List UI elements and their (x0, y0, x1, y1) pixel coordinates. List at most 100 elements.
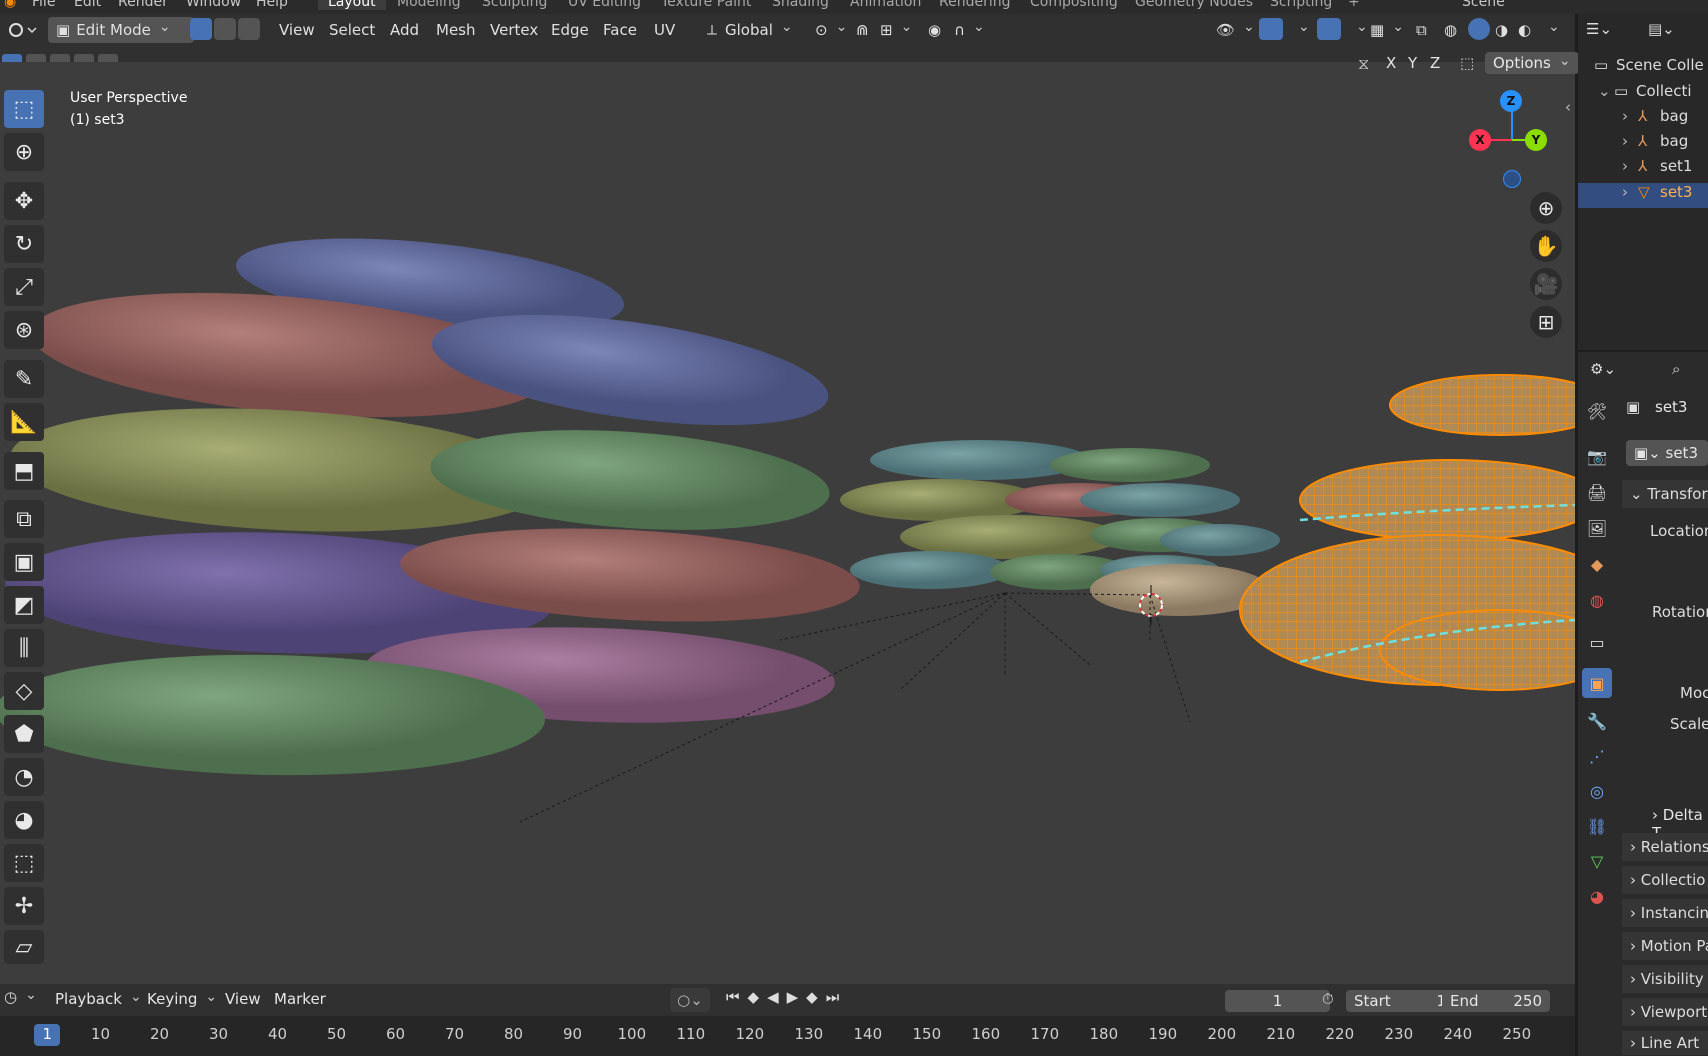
measure-tool[interactable]: 📐 (4, 403, 44, 441)
menu-vertex[interactable]: Vertex (490, 17, 538, 43)
ortho-grid-icon[interactable]: ⊞ (1530, 306, 1562, 338)
outliner-row[interactable]: › ⅄ set1 (1578, 157, 1708, 182)
gizmo-x-axis[interactable]: X (1469, 129, 1491, 151)
axis-y-button[interactable]: Y (1408, 54, 1417, 72)
mesh-data-tab-icon[interactable]: ▽ (1582, 846, 1612, 876)
shading-solid-button[interactable] (1468, 18, 1490, 40)
shading-rendered-button[interactable]: ◐ (1518, 17, 1531, 43)
physics-tab-icon[interactable]: ◎ (1582, 776, 1612, 806)
rotate-tool[interactable]: ↻ (4, 225, 44, 263)
gizmo-toggle[interactable] (1259, 18, 1283, 40)
properties-editor-type-icon[interactable]: ⚙⌄ (1590, 360, 1616, 378)
collections-section-header[interactable]: › Collectio (1622, 866, 1708, 894)
workspace-tab-texture-paint[interactable]: Texture Paint (661, 0, 751, 10)
knife-tool[interactable]: ◇ (4, 672, 44, 710)
render-tab-icon[interactable]: 📷 (1582, 441, 1612, 471)
extrude-region-tool[interactable]: ⧉ (4, 500, 44, 538)
output-tab-icon[interactable]: 🖨 (1582, 477, 1612, 507)
select-box-tool[interactable]: ⬚ (4, 90, 44, 128)
chevron-down-icon[interactable]: ⌄ (1598, 82, 1611, 100)
menu-select[interactable]: Select (329, 17, 375, 43)
bevel-tool[interactable]: ◩ (4, 586, 44, 624)
workspace-tab-geometry-nodes[interactable]: Geometry Nodes (1135, 0, 1253, 10)
chevron-right-icon[interactable]: › (1622, 157, 1628, 175)
start-frame-field[interactable]: Start1 (1346, 990, 1454, 1012)
vertex-select-mode-button[interactable] (190, 18, 212, 40)
view-layer-tab-icon[interactable]: 🖼 (1582, 513, 1612, 543)
axis-x-button[interactable]: X (1386, 54, 1396, 72)
chevron-right-icon[interactable]: › (1622, 183, 1628, 201)
outliner-row[interactable]: ▭ Scene Colle (1578, 56, 1708, 81)
snap-target-dropdown[interactable]: ⊞ (880, 17, 912, 43)
falloff-dropdown[interactable]: ∩ (954, 17, 985, 43)
menu-help[interactable]: Help (256, 0, 288, 10)
menu-render[interactable]: Render (118, 0, 168, 10)
move-tool[interactable]: ✥ (4, 182, 44, 220)
loop-cut-tool[interactable]: ⫼ (4, 629, 44, 667)
gizmo-y-axis[interactable]: Y (1525, 129, 1547, 151)
chevron-right-icon[interactable]: › (1622, 107, 1628, 125)
spin-tool[interactable]: ◔ (4, 758, 44, 796)
add-workspace-icon[interactable]: + (1348, 0, 1360, 10)
viewport-scene[interactable] (0, 62, 1575, 984)
shading-material-button[interactable]: ◑ (1495, 17, 1508, 43)
menu-edit[interactable]: Edit (74, 0, 101, 10)
world-tab-icon[interactable]: ◍ (1582, 585, 1612, 615)
shear-tool[interactable]: ▱ (4, 930, 44, 964)
outliner-row[interactable]: › ⅄ bag (1578, 107, 1708, 132)
auto-keying-toggle[interactable]: ○⌄ (670, 988, 710, 1012)
smooth-tool[interactable]: ◕ (4, 801, 44, 839)
selected-object-set3[interactable] (1239, 374, 1575, 691)
gizmo-neg-z-axis[interactable] (1503, 170, 1521, 188)
transform-tool[interactable]: ⊛ (4, 311, 44, 349)
shading-options-dropdown[interactable] (1540, 17, 1560, 43)
menu-view[interactable]: View (279, 17, 315, 43)
visibility-section-header[interactable]: › Visibility (1622, 965, 1708, 993)
current-frame-field[interactable]: 1 (1225, 990, 1330, 1012)
workspace-tab-animation[interactable]: Animation (850, 0, 921, 10)
add-cube-tool[interactable]: ⬒ (4, 452, 44, 490)
viewport-display-section-header[interactable]: › Viewport (1622, 998, 1708, 1026)
menu-window[interactable]: Window (186, 0, 241, 10)
mode-selector[interactable]: ▣ Edit Mode (48, 17, 194, 43)
menu-edge[interactable]: Edge (551, 17, 589, 43)
menu-uv[interactable]: UV (654, 17, 675, 43)
mesh-edit-overlay-dropdown[interactable]: ▦ (1370, 17, 1404, 43)
transform-orientation-dropdown[interactable]: ⟂ Global (707, 17, 793, 43)
pivot-point-dropdown[interactable]: ⊙ (815, 17, 847, 43)
object-tab-icon[interactable]: ▣ (1582, 668, 1612, 698)
cursor-tool[interactable]: ⊕ (4, 133, 44, 171)
properties-search-icon[interactable]: ⌕ (1672, 360, 1680, 378)
edge-select-mode-button[interactable] (214, 18, 236, 40)
shrink-fatten-tool[interactable]: ✢ (4, 887, 44, 925)
shading-wireframe-button[interactable]: ◍ (1444, 17, 1457, 43)
outliner-row[interactable]: › ▽ set3 (1578, 183, 1708, 208)
workspace-tab-compositing[interactable]: Compositing (1030, 0, 1118, 10)
bag-mesh-near-row[interactable] (0, 223, 862, 780)
transform-section-header[interactable]: ⌄ Transform (1622, 480, 1708, 508)
visibility-dropdown[interactable]: 👁 (1216, 17, 1255, 43)
menu-add[interactable]: Add (390, 17, 419, 43)
outliner-editor-type-icon[interactable]: ☰⌄ (1586, 20, 1612, 38)
workspace-tab-shading[interactable]: Shading (772, 0, 829, 10)
face-select-mode-button[interactable] (238, 18, 260, 40)
material-tab-icon[interactable]: ◕ (1582, 881, 1612, 911)
outliner-row[interactable]: › ⅄ bag (1578, 132, 1708, 157)
3d-viewport[interactable] (0, 62, 1575, 984)
menu-mesh[interactable]: Mesh (436, 17, 476, 43)
jump-start-icon[interactable]: ⏮ (726, 988, 748, 1006)
camera-view-icon[interactable]: 🎥 (1530, 268, 1562, 300)
modifiers-tab-icon[interactable]: 🔧 (1582, 706, 1612, 736)
annotate-tool[interactable]: ✎ (4, 360, 44, 398)
overlay-toggle[interactable] (1317, 18, 1341, 40)
object-datablock-field[interactable]: ▣⌄ set3 (1626, 440, 1708, 466)
tool-tab-icon[interactable]: 🛠 (1582, 396, 1612, 426)
line-art-section-header[interactable]: › Line Art (1622, 1031, 1708, 1055)
chevron-right-icon[interactable]: › (1622, 132, 1628, 150)
blender-logo-icon[interactable]: ◉ (4, 0, 16, 10)
next-keyframe-icon[interactable]: ◆ (806, 988, 826, 1006)
proportional-edit-toggle[interactable]: ◉ (928, 17, 941, 43)
workspace-tab-scripting[interactable]: Scripting (1270, 0, 1332, 10)
workspace-tab-uv-editing[interactable]: UV Editing (568, 0, 641, 10)
gizmo-z-axis[interactable]: Z (1500, 90, 1522, 112)
